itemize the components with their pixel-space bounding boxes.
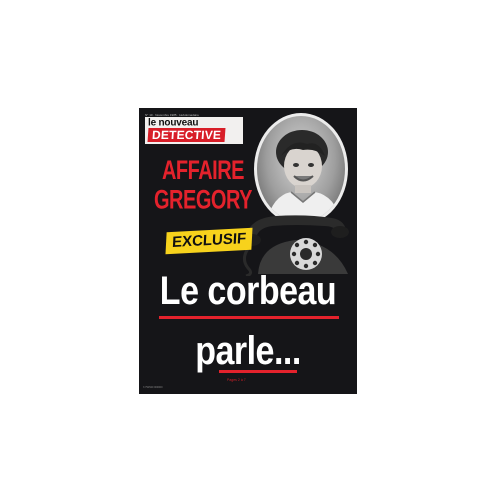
masthead: le nouveau DETECTIVE xyxy=(145,117,243,144)
headline-line-1: AFFAIRE xyxy=(161,156,245,186)
headline-affaire: AFFAIRE GREGORY xyxy=(147,156,259,215)
page-reference: Pages 2 à 7 xyxy=(227,378,246,382)
masthead-title: DETECTIVE xyxy=(147,128,226,142)
masthead-top-text: le nouveau xyxy=(148,117,199,129)
magazine-cover: N° 10 · Novembre 1985 · Hebdomadaire le … xyxy=(139,108,357,394)
main-headline-line-2: parle... xyxy=(195,328,301,374)
main-headline-line-1: Le corbeau xyxy=(159,268,337,314)
red-underline-2 xyxy=(219,370,297,373)
red-underline-1 xyxy=(159,316,339,319)
exclusive-badge: EXCLUSIF xyxy=(165,227,253,255)
telephone-image xyxy=(243,215,349,276)
barcode-number: 3 791520 000000 xyxy=(143,386,163,389)
